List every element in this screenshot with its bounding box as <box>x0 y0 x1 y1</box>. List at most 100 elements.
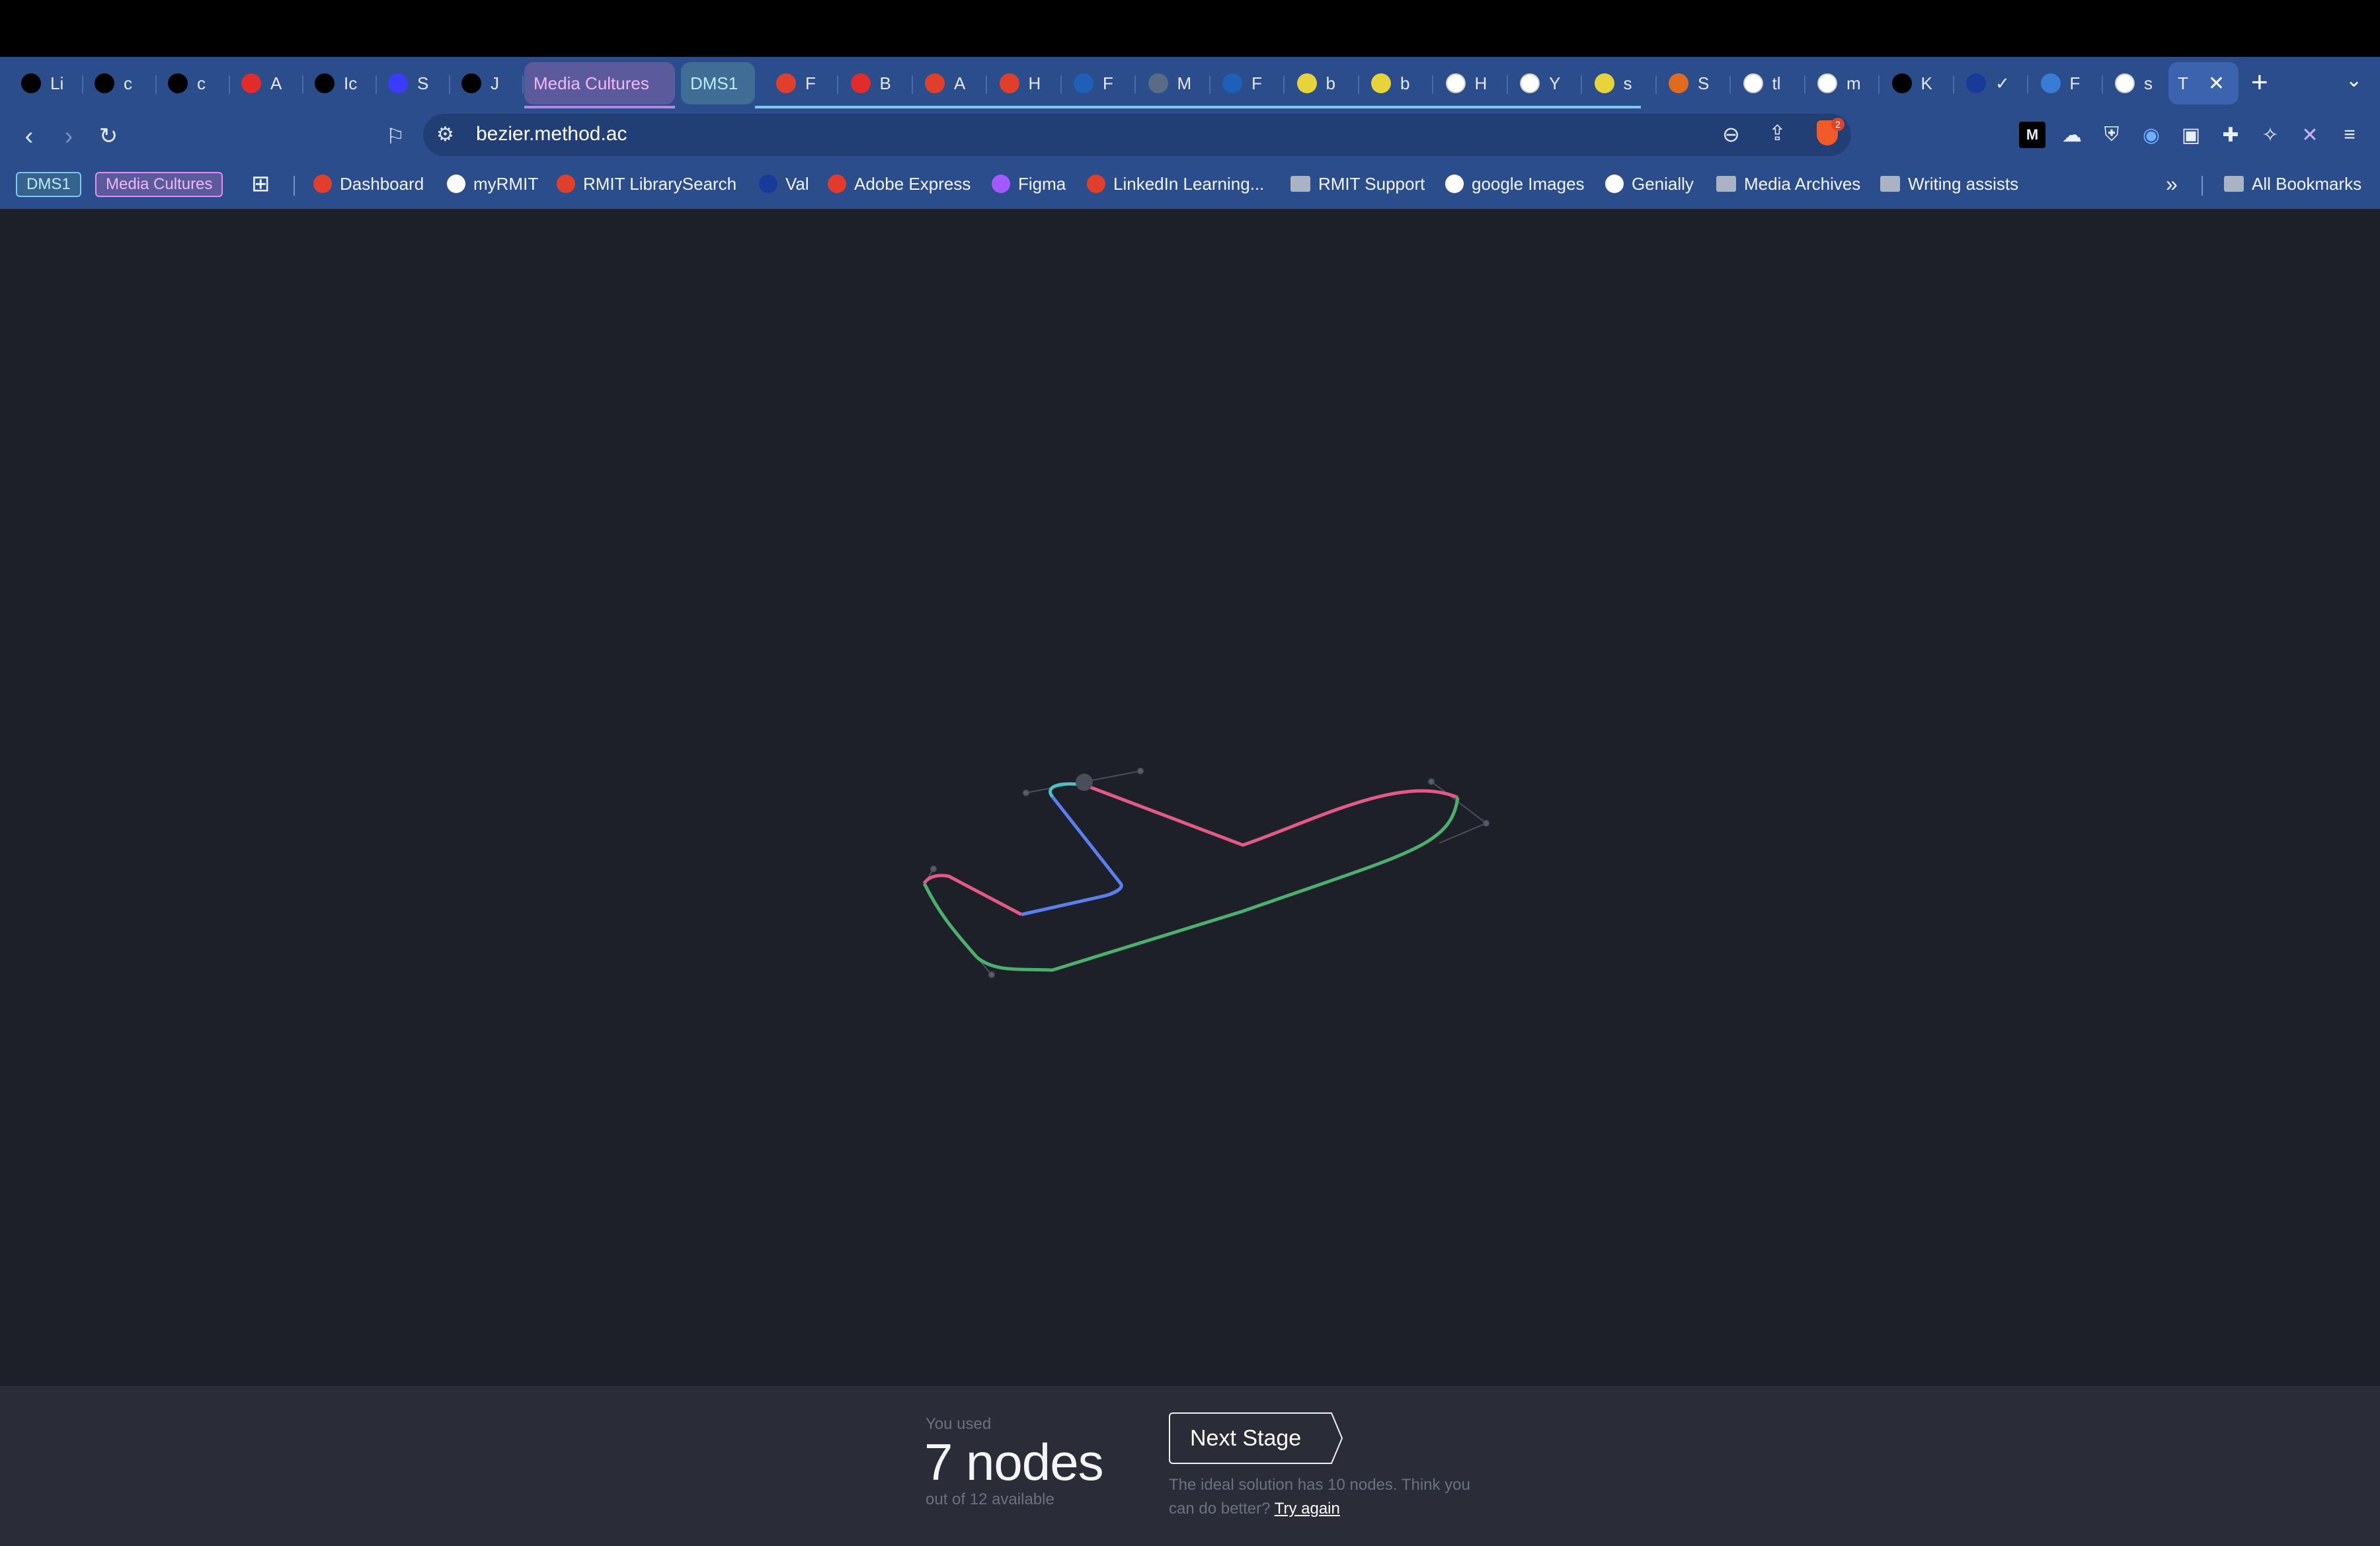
tab[interactable]: m <box>1808 62 1874 104</box>
tab-separator <box>82 75 83 94</box>
tab[interactable]: b <box>1288 62 1354 104</box>
bookmark-item[interactable]: Genially <box>1605 169 1694 198</box>
bookmark-item[interactable]: Dashboard <box>313 169 424 198</box>
bookmarks-overflow-button[interactable]: » <box>2166 169 2178 198</box>
curve-segment[interactable] <box>976 797 1460 972</box>
tab[interactable]: s <box>2106 62 2172 104</box>
tab-group-dms1[interactable]: DMS1 <box>681 62 755 104</box>
tab-label: Li <box>50 73 64 93</box>
cloud-extension-icon[interactable]: ☁ <box>2059 122 2085 148</box>
tab[interactable]: A <box>916 62 982 104</box>
curve-segment[interactable] <box>1021 795 1123 916</box>
bookmark-label: Val <box>785 173 809 194</box>
tab-label: T <box>2178 73 2188 93</box>
tab-active[interactable]: T ✕ <box>2168 62 2239 104</box>
tab[interactable]: F <box>767 62 833 104</box>
pen-icon <box>1445 73 1466 93</box>
tab[interactable]: S <box>379 62 445 104</box>
bookmark-icon[interactable]: ⚐ <box>378 119 413 153</box>
address-bar[interactable]: ⚙ bezier.method.ac ⊖ ⇪ 2 <box>423 114 1851 156</box>
tab[interactable]: F <box>1064 62 1130 104</box>
tab[interactable]: F <box>2032 62 2098 104</box>
back-button[interactable]: ‹ <box>12 119 46 153</box>
bookmark-group-dms1[interactable]: DMS1 <box>16 172 81 197</box>
tab[interactable]: Y <box>1511 62 1577 104</box>
share-icon[interactable]: ⇪ <box>1768 120 1786 145</box>
apps-grid-icon[interactable]: ⊞ <box>251 169 270 198</box>
tab[interactable]: Ic <box>305 62 372 104</box>
grammar-extension-icon[interactable]: ◉ <box>2138 122 2164 148</box>
next-stage-button[interactable]: Next Stage <box>1169 1412 1343 1464</box>
url-text[interactable]: bezier.method.ac <box>476 123 627 145</box>
bookmark-item[interactable]: Media Archives <box>1716 169 1860 198</box>
tab[interactable]: ✓ <box>1957 62 2023 104</box>
tab[interactable]: F <box>1213 62 1279 104</box>
google-icon <box>1817 73 1837 93</box>
tab[interactable]: K <box>1883 62 1949 104</box>
tab[interactable]: b <box>1362 62 1428 104</box>
tab[interactable]: S <box>1659 62 1726 104</box>
tab-separator <box>1506 75 1508 94</box>
tab[interactable]: H <box>1437 62 1503 104</box>
tab-separator <box>1878 75 1880 94</box>
bookmark-item[interactable]: RMIT Support <box>1290 169 1425 198</box>
curve-segment[interactable] <box>922 882 978 959</box>
close-icon[interactable]: ✕ <box>2208 72 2225 95</box>
tab[interactable]: B <box>842 62 908 104</box>
tab-label: F <box>1103 73 1113 93</box>
shield-extension-icon[interactable]: ⛨ <box>2098 122 2125 148</box>
reload-button[interactable]: ↻ <box>91 119 126 153</box>
hint-text: The ideal solution has 10 nodes. Think y… <box>1169 1473 1473 1521</box>
bookmark-group-media-cultures[interactable]: Media Cultures <box>95 172 223 197</box>
forward-button[interactable]: › <box>52 119 86 153</box>
tab[interactable]: H <box>990 62 1056 104</box>
tab-group-media-cultures[interactable]: Media Cultures <box>524 62 675 104</box>
curve-segment[interactable] <box>1084 783 1458 847</box>
wallet-extension-icon[interactable]: ▣ <box>2178 122 2204 148</box>
all-bookmarks-button[interactable]: All Bookmarks <box>2224 169 2361 198</box>
folder-icon <box>2224 176 2244 192</box>
brave-leo-icon[interactable]: ✕ <box>2297 122 2323 148</box>
tab[interactable]: c <box>85 62 151 104</box>
new-tab-button[interactable]: + <box>2251 66 2268 99</box>
lemon-icon <box>1371 73 1391 93</box>
bookmark-item[interactable]: myRMIT <box>447 169 538 198</box>
chevron-down-icon[interactable]: ⌄ <box>2346 69 2362 92</box>
selected-node[interactable] <box>1076 774 1093 791</box>
tab[interactable]: s <box>1585 62 1651 104</box>
try-again-link[interactable]: Try again <box>1275 1500 1340 1518</box>
tab[interactable]: Li <box>12 62 78 104</box>
tab[interactable]: J <box>452 62 518 104</box>
zoom-icon[interactable]: ⊖ <box>1722 122 1740 147</box>
tab[interactable]: A <box>232 62 298 104</box>
puzzle-icon[interactable]: ✚ <box>2217 122 2244 148</box>
bookmarks-bar: DMS1 Media Cultures ⊞ Dashboard myRMIT RMI… <box>0 164 2380 205</box>
perplexity-icon <box>21 73 41 93</box>
sparkle-icon[interactable]: ✧ <box>2257 122 2283 148</box>
tab-label: A <box>270 73 282 93</box>
bookmark-item[interactable]: RMIT LibrarySearch <box>557 169 736 198</box>
tab-separator <box>449 75 450 94</box>
bookmark-item[interactable]: LinkedIn Learning... <box>1087 169 1264 198</box>
bookmark-item[interactable]: Adobe Express <box>828 169 971 198</box>
menu-icon[interactable]: ≡ <box>2336 122 2363 148</box>
google-icon <box>2115 73 2135 93</box>
tab-label: c <box>124 73 132 93</box>
bezier-canvas[interactable] <box>0 209 2380 1386</box>
airplane-path-drawing[interactable] <box>0 209 2380 1386</box>
bookmark-item[interactable]: Writing assists <box>1880 169 2018 198</box>
site-settings-icon[interactable]: ⚙ <box>436 123 454 146</box>
handle-point <box>930 866 937 872</box>
bookmark-item[interactable]: Figma <box>992 169 1066 198</box>
brave-shields-button[interactable]: 2 <box>1817 118 1844 149</box>
tab-label: b <box>1326 73 1335 93</box>
bezier-handles[interactable] <box>924 768 1489 978</box>
bookmark-item[interactable]: google Images <box>1445 169 1585 198</box>
bookmark-item[interactable]: Val <box>759 169 809 198</box>
medium-extension-icon[interactable]: M <box>2019 122 2045 148</box>
tab-group-underline <box>755 106 1641 108</box>
tab[interactable]: tl <box>1734 62 1800 104</box>
tab-separator <box>1134 75 1136 94</box>
tab[interactable]: M <box>1139 62 1205 104</box>
tab[interactable]: c <box>159 62 225 104</box>
